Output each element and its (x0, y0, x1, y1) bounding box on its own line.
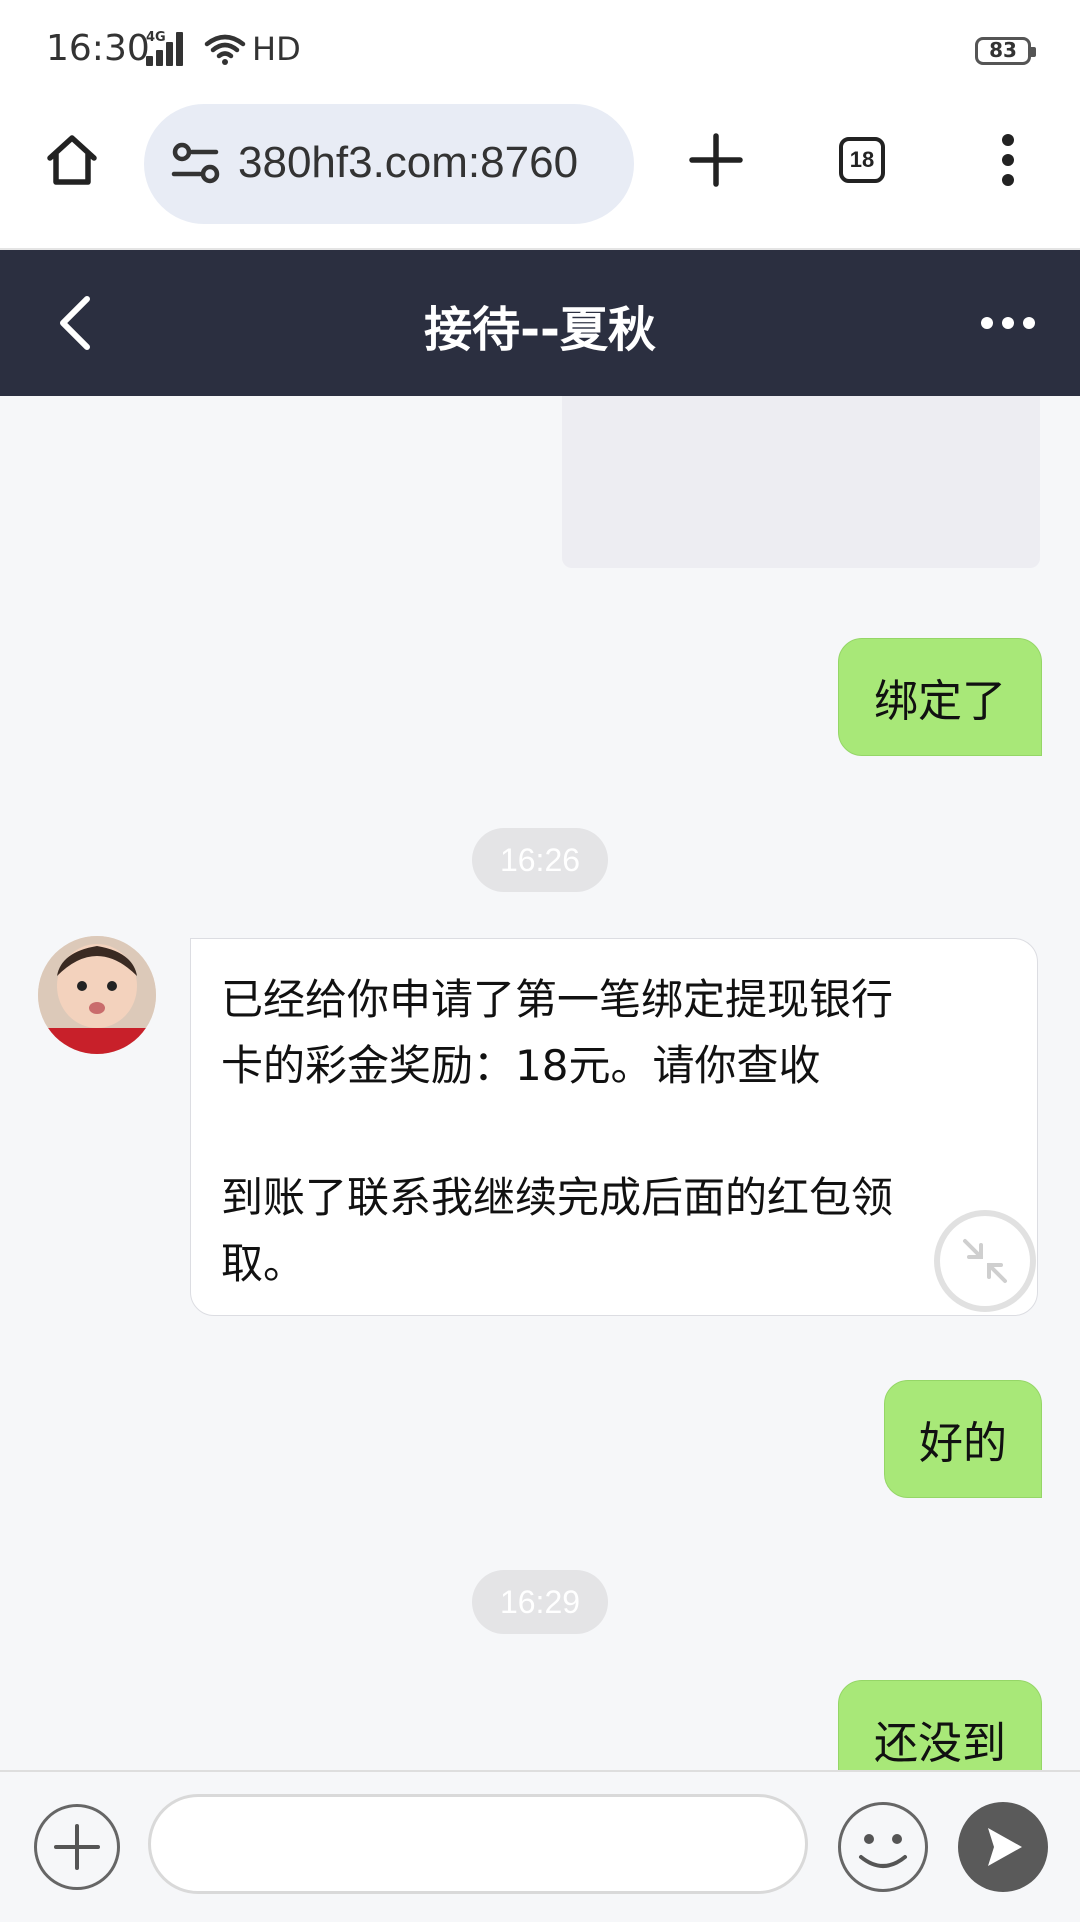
more-vert-icon (1002, 134, 1014, 186)
timestamp-text: 16:29 (499, 1583, 581, 1620)
plus-icon (54, 1824, 100, 1870)
outgoing-message[interactable]: 绑定了 (838, 638, 1042, 756)
emoji-button[interactable] (838, 1802, 928, 1892)
send-icon (988, 1828, 1022, 1866)
outgoing-message[interactable]: 还没到 (838, 1680, 1042, 1770)
message-input[interactable] (148, 1794, 808, 1894)
address-bar[interactable]: 380hf3.com:8760 (144, 104, 634, 224)
tab-count: 18 (849, 147, 875, 172)
chat-messages[interactable]: 绑定了 16:26 已经给你申请了第一笔绑定提现银行 卡的彩金奖励：18元。请你… (0, 396, 1080, 1770)
new-tab-button[interactable] (680, 124, 752, 196)
input-bar (0, 1770, 1080, 1922)
wifi-icon (204, 34, 246, 65)
message-text: 绑定了 (874, 676, 1006, 727)
chat-more-button[interactable] (972, 288, 1044, 358)
home-button[interactable] (36, 124, 108, 196)
message-line: 卡的彩金奖励：18元。请你查收 (221, 1041, 821, 1090)
outgoing-message[interactable]: 好的 (884, 1380, 1042, 1498)
avatar[interactable] (38, 936, 156, 1054)
send-button[interactable] (958, 1802, 1048, 1892)
browser-toolbar: 380hf3.com:8760 18 (0, 100, 1080, 250)
url-text[interactable]: 380hf3.com:8760 (238, 138, 578, 188)
hd-label: HD (252, 30, 301, 68)
site-settings-icon[interactable] (170, 140, 222, 188)
emoji-icon (859, 1834, 907, 1868)
battery-level: 83 (989, 38, 1017, 62)
attach-button[interactable] (34, 1804, 120, 1890)
more-horiz-icon (981, 317, 1035, 329)
message-text: 好的 (919, 1418, 1007, 1469)
chat-header: 接待--夏秋 (0, 250, 1080, 396)
tab-switcher-button[interactable]: 18 (826, 124, 898, 196)
message-text: 还没到 (874, 1718, 1006, 1769)
timestamp: 16:26 (472, 828, 608, 892)
collapse-button[interactable] (934, 1210, 1036, 1312)
network-type: 4G (146, 30, 166, 45)
new-tab-icon (689, 133, 743, 187)
tab-switcher-icon: 18 (839, 137, 885, 183)
browser-menu-button[interactable] (972, 124, 1044, 196)
collapse-icon (963, 1239, 1007, 1283)
status-time: 16:30 (46, 28, 150, 69)
home-icon (47, 135, 97, 185)
timestamp: 16:29 (472, 1570, 608, 1634)
image-message[interactable] (562, 396, 1040, 568)
status-bar: 16:30 4G HD 83 (0, 0, 1080, 100)
incoming-message[interactable]: 已经给你申请了第一笔绑定提现银行 卡的彩金奖励：18元。请你查收 到账了联系我继… (190, 938, 1038, 1316)
cellular-signal-icon: 4G (146, 30, 194, 66)
message-line: 已经给你申请了第一笔绑定提现银行 (221, 975, 894, 1024)
message-line: 到账了联系我继续完成后面的红包领 (221, 1173, 894, 1222)
chat-title: 接待--夏秋 (424, 302, 656, 358)
timestamp-text: 16:26 (499, 841, 581, 878)
message-line: 取。 (221, 1239, 306, 1288)
agent-avatar-image (38, 936, 156, 1054)
battery-icon: 83 (975, 37, 1036, 65)
